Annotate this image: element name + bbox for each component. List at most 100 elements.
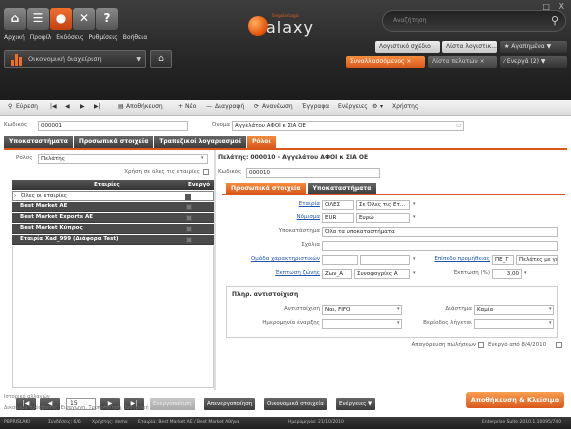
menu-profile[interactable]: Προφίλ: [30, 34, 52, 41]
matching-policy-select[interactable]: Ναι, FIFO: [322, 305, 402, 315]
search-icon[interactable]: ⚲: [551, 14, 559, 27]
pane-splitter[interactable]: [214, 150, 216, 390]
branch-field[interactable]: Όλα τα υποκαταστήματα: [322, 227, 558, 237]
toolbar-documents[interactable]: Έγγραφα: [302, 103, 329, 110]
nav-first-icon[interactable]: |◀: [50, 103, 57, 110]
chevron-down-icon[interactable]: ▾: [413, 201, 416, 207]
discount-percent-field[interactable]: 3,00: [492, 269, 522, 279]
toolbar-user[interactable]: Χρήστης: [392, 103, 418, 110]
chevron-down-icon[interactable]: ▾: [549, 306, 552, 312]
active-from-label: Ενεργό από 8/4/2010: [488, 342, 547, 348]
address-card-icon[interactable]: ▭: [456, 122, 462, 129]
toolbar-save[interactable]: Αποθήκευση: [126, 103, 163, 110]
chevron-down-icon[interactable]: ▾: [397, 306, 400, 312]
actions-button[interactable]: Ενέργειες ▼: [336, 398, 376, 410]
gear-icon[interactable]: ⚙: [372, 103, 377, 110]
start-date-field[interactable]: [322, 319, 402, 329]
tab-customers-list[interactable]: Λίστα πελατών ×: [428, 56, 497, 68]
chevron-down-icon[interactable]: ▾: [413, 270, 416, 276]
table-row[interactable]: Best Market ΑΕ: [12, 202, 214, 212]
menu-editions[interactable]: Εκδόσεις: [56, 34, 83, 41]
chevron-down-icon[interactable]: ▾: [380, 103, 383, 110]
discount-zone-label[interactable]: Έκπτωση ζώνης: [262, 270, 320, 276]
code-field[interactable]: 000001: [38, 121, 188, 131]
tab-roles[interactable]: Ρόλοι: [247, 136, 276, 148]
col-companies[interactable]: Εταιρίες: [94, 182, 120, 188]
search-icon[interactable]: ⚲: [8, 103, 12, 110]
chevron-down-icon[interactable]: ▾: [397, 320, 400, 326]
table-row[interactable]: Best Market Exports ΑΕ: [12, 213, 214, 223]
tab-chart-of-accounts[interactable]: Λογιστικό σχέδιο: [375, 41, 440, 53]
activate-button[interactable]: Ενεργοποίηση: [150, 398, 195, 410]
change-history-link[interactable]: Ιστορικό αλλαγών: [4, 394, 50, 400]
profile-icon[interactable]: ☰: [27, 8, 49, 30]
tab-customer-branches[interactable]: Υποκαταστήματα: [307, 183, 377, 194]
active-checkbox[interactable]: [186, 226, 192, 232]
deactivate-button[interactable]: Απενεργοποίηση: [204, 398, 256, 410]
save-icon[interactable]: ▤: [118, 103, 124, 110]
role-select[interactable]: Πελάτης: [38, 154, 208, 164]
tab-bank-accounts[interactable]: Τραπεζικοί λογαριασμοί: [154, 136, 247, 148]
chevron-down-icon[interactable]: ▾: [413, 256, 416, 262]
tools-icon[interactable]: ✕: [73, 8, 95, 30]
nav-next-icon[interactable]: ▶: [80, 103, 85, 110]
help-icon[interactable]: ?: [96, 8, 118, 30]
currency-code-field[interactable]: EUR: [322, 213, 354, 223]
refresh-icon[interactable]: ⟳: [254, 103, 259, 110]
table-row[interactable]: Best Market Κύπρος: [12, 224, 214, 234]
delete-icon[interactable]: —: [206, 103, 212, 110]
supplier-category-label[interactable]: Επίπεδο προμήθειας: [430, 256, 490, 262]
financial-info-button[interactable]: Οικονομικά στοιχεία: [264, 398, 327, 410]
chevron-down-icon[interactable]: ▾: [201, 155, 204, 161]
new-icon[interactable]: +: [178, 103, 183, 110]
chevron-down-icon[interactable]: ▾: [549, 320, 552, 326]
comment-field[interactable]: [322, 241, 558, 251]
tab-personal-info[interactable]: Προσωπικά στοιχεία: [73, 136, 154, 148]
tab-accounts-list[interactable]: Λίστα λογιστικ...: [442, 41, 497, 53]
group-label[interactable]: Ομάδα χαρακτηριστικών: [232, 256, 320, 262]
table-row[interactable]: › Όλες οι εταιρίες: [12, 191, 214, 201]
company-label[interactable]: Εταιρία: [270, 201, 320, 207]
home-icon[interactable]: ⌂: [4, 8, 26, 30]
group-code-field[interactable]: [322, 255, 358, 265]
tab-branches[interactable]: Υποκαταστήματα: [4, 136, 73, 148]
supplier-category-code[interactable]: ΠΕ_Γ: [492, 255, 514, 265]
chevron-down-icon[interactable]: ▾: [524, 270, 527, 276]
toolbar-delete[interactable]: Διαγραφή: [215, 103, 244, 110]
currency-label[interactable]: Νόμισμα: [270, 214, 320, 220]
block-sales-checkbox[interactable]: [478, 342, 484, 348]
active-checkbox[interactable]: [186, 204, 192, 210]
active-checkbox[interactable]: [185, 194, 191, 200]
name-field[interactable]: Αγγελάτου ΑΦΟΙ κ ΣΙΑ ΟΕ: [232, 121, 464, 131]
company-code-field[interactable]: ΟΛΕΣ: [322, 200, 354, 210]
tab-trader[interactable]: Συναλλασσόμενος ×: [346, 56, 425, 68]
menu-settings[interactable]: Ρυθμίσεις: [89, 34, 118, 41]
toolbar-search[interactable]: Εύρεση: [16, 103, 38, 110]
use-all-companies-checkbox[interactable]: [203, 169, 209, 175]
module-selector[interactable]: Οικονομική διαχείριση ▼: [4, 50, 146, 68]
customer-code-field[interactable]: 000010: [246, 168, 380, 178]
expiry-period-field[interactable]: [474, 319, 554, 329]
table-row[interactable]: Εταιρία Xad_999 (Διάφορα Test): [12, 235, 214, 245]
active-windows-menu[interactable]: ⁄ Ενεργά (2) ▼: [500, 56, 567, 68]
route-select[interactable]: Καμία: [474, 305, 554, 315]
discount-zone-code[interactable]: Ζων_A: [322, 269, 352, 279]
tasks-icon[interactable]: ●: [50, 8, 72, 30]
col-active[interactable]: Ενεργό: [188, 182, 210, 188]
toolbar-new[interactable]: Νέο: [185, 103, 196, 110]
save-and-close-button[interactable]: Αποθήκευση & Κλείσιμο: [466, 392, 564, 408]
menu-home[interactable]: Αρχική: [4, 34, 25, 41]
active-from-checkbox[interactable]: [556, 342, 562, 348]
active-checkbox[interactable]: [186, 237, 192, 243]
home-house-icon[interactable]: ⌂: [150, 50, 172, 68]
favorites-menu[interactable]: ★ Αγαπημένα ▼: [500, 41, 567, 53]
active-checkbox[interactable]: [186, 215, 192, 221]
toolbar-refresh[interactable]: Ανανέωση: [262, 103, 293, 110]
nav-last-icon[interactable]: ▶|: [94, 103, 101, 110]
menu-help[interactable]: Βοήθεια: [123, 34, 148, 41]
chevron-down-icon[interactable]: ▾: [413, 214, 416, 220]
nav-prev-icon[interactable]: ◀: [65, 103, 70, 110]
tab-customer-personal[interactable]: Προσωπικά στοιχεία: [226, 183, 306, 194]
toolbar-actions[interactable]: Ενέργειες: [338, 103, 368, 110]
top-search-input[interactable]: Αναζήτηση ⚲: [382, 10, 566, 32]
